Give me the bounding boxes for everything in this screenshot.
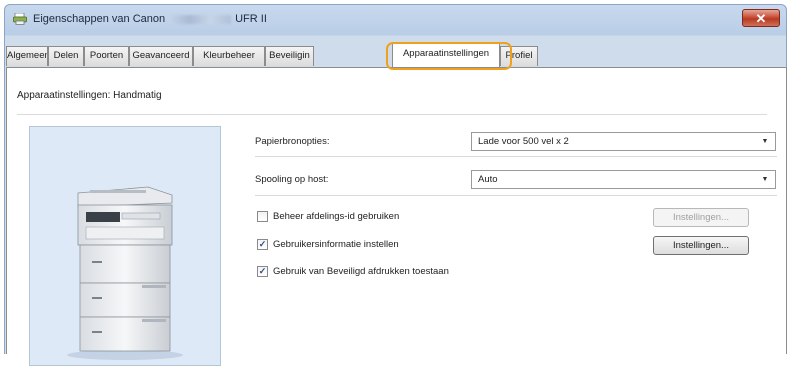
- department-settings-button[interactable]: Instellingen...: [653, 208, 749, 227]
- divider: [255, 156, 777, 157]
- checkbox-user-info-label: Gebruikersinformatie instellen: [273, 239, 399, 250]
- checkbox-secure-print[interactable]: ✓ Gebruik van Beveiligd afdrukken toesta…: [257, 266, 449, 277]
- checkbox-user-info[interactable]: ✓ Gebruikersinformatie instellen: [257, 239, 399, 250]
- paper-source-value: Lade voor 500 vel x 2: [478, 136, 569, 147]
- checkbox-department-id-label: Beheer afdelings-id gebruiken: [273, 211, 400, 222]
- window-title-suffix: UFR II: [235, 13, 267, 25]
- chevron-down-icon: ▼: [761, 176, 769, 183]
- settings-mode-label: Apparaatinstellingen: Handmatig: [17, 90, 162, 101]
- printer-icon: [13, 13, 27, 25]
- tab-kleurbeheer[interactable]: Kleurbeheer: [193, 46, 265, 66]
- redacted-model-name: [169, 14, 232, 24]
- checkbox-department-id[interactable]: Beheer afdelings-id gebruiken: [257, 211, 399, 222]
- paper-source-select[interactable]: Lade voor 500 vel x 2 ▼: [471, 132, 776, 151]
- checkbox[interactable]: ✓: [257, 266, 268, 277]
- divider: [255, 195, 777, 196]
- title-bar[interactable]: Eigenschappen van Canon UFR II ✕: [5, 5, 786, 33]
- tab-poorten[interactable]: Poorten: [84, 46, 129, 66]
- checkbox[interactable]: ✓: [257, 239, 268, 250]
- spooling-label: Spooling op host:: [255, 174, 329, 185]
- tab-strip: Algemeen Delen Poorten Geavanceerd Kleur…: [6, 43, 787, 67]
- printer-illustration: [67, 186, 183, 360]
- tab-apparaatinstellingen[interactable]: Apparaatinstellingen: [392, 43, 500, 67]
- tab-profiel[interactable]: Profiel: [500, 46, 538, 66]
- settings-panel: Apparaatinstellingen: Handmatig Papierbr…: [6, 67, 787, 366]
- chevron-down-icon: ▼: [761, 138, 769, 145]
- divider: [17, 114, 767, 115]
- paper-source-label: Papierbronopties:: [255, 136, 330, 147]
- user-info-settings-button[interactable]: Instellingen...: [653, 236, 749, 255]
- spooling-select[interactable]: Auto ▼: [471, 170, 776, 189]
- window-title: Eigenschappen van Canon UFR II: [33, 13, 267, 25]
- tab-beveiliging[interactable]: Beveiligin: [265, 46, 314, 66]
- close-icon: ✕: [755, 10, 767, 26]
- tab-algemeen[interactable]: Algemeen: [6, 46, 48, 66]
- window-title-prefix: Eigenschappen van Canon: [33, 13, 166, 25]
- tab-delen[interactable]: Delen: [48, 46, 84, 66]
- checkbox-secure-print-label: Gebruik van Beveiligd afdrukken toestaan: [273, 266, 449, 277]
- checkmark-icon: ✓: [258, 266, 267, 276]
- checkbox[interactable]: [257, 211, 268, 222]
- spooling-value: Auto: [478, 174, 498, 185]
- close-button[interactable]: ✕: [742, 9, 780, 27]
- printer-preview: [29, 126, 221, 366]
- checkmark-icon: ✓: [258, 239, 267, 249]
- tab-geavanceerd[interactable]: Geavanceerd: [129, 46, 193, 66]
